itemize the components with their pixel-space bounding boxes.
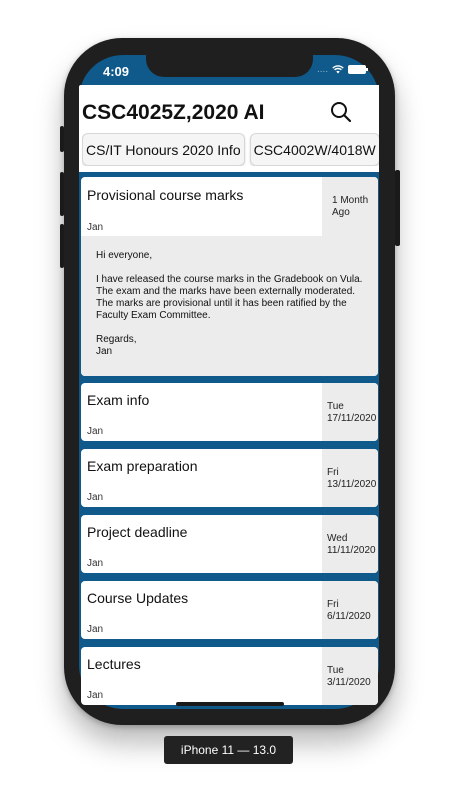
date-line-2: 17/11/2020 [327, 413, 377, 424]
date-line-2: 11/11/2020 [327, 545, 376, 556]
volume-down-button [60, 224, 64, 268]
search-icon [331, 102, 352, 123]
body-signature: Jan [96, 346, 113, 357]
app-header: CSC4025Z,2020 AI CS/IT Honours 2020 Info… [79, 85, 379, 172]
announcement-card-lectures[interactable]: Lectures Jan Tue 3/11/2020 [81, 647, 378, 705]
body-greeting: Hi everyone, [96, 250, 153, 261]
announcement-title: Course Updates [87, 590, 189, 606]
announcement-author: Jan [87, 558, 104, 569]
page-title: CSC4025Z,2020 AI [82, 101, 265, 124]
announcement-date: Tue 3/11/2020 [322, 647, 378, 705]
device-label: iPhone 11 — 13.0 [164, 736, 293, 764]
announcement-title: Provisional course marks [87, 187, 244, 203]
date-line-1: 1 Month [332, 195, 369, 206]
announcement-title: Project deadline [87, 524, 188, 540]
date-line-1: Fri [327, 599, 339, 610]
announcement-date: Fri 6/11/2020 [322, 581, 378, 639]
mute-switch [60, 126, 64, 152]
date-line-2: 6/11/2020 [327, 611, 371, 622]
status-time: 4:09 [103, 64, 130, 79]
announcement-date: Tue 17/11/2020 [322, 383, 378, 441]
announcement-author: Jan [87, 222, 104, 233]
announcement-card-course-updates[interactable]: Course Updates Jan Fri 6/11/2020 [81, 581, 378, 639]
announcement-author: Jan [87, 426, 104, 437]
course-tabs: CS/IT Honours 2020 Info CSC4002W/4018W [82, 133, 379, 166]
announcement-author: Jan [87, 624, 104, 635]
body-signoff: Regards, [96, 334, 137, 345]
announcement-card-project-deadline[interactable]: Project deadline Jan Wed 11/11/2020 [81, 515, 378, 573]
signal-icon: .... [317, 64, 329, 75]
date-line-1: Tue [327, 665, 344, 676]
battery-icon [348, 65, 369, 74]
announcement-card-exam-info[interactable]: Exam info Jan Tue 17/11/2020 [81, 383, 378, 441]
volume-up-button [60, 172, 64, 216]
tab-cs-it-honours[interactable]: CS/IT Honours 2020 Info [82, 133, 245, 166]
announcement-title: Exam preparation [87, 458, 198, 474]
announcement-date: 1 Month Ago [322, 177, 378, 236]
date-line-1: Tue [327, 401, 344, 412]
tab-csc4002w[interactable]: CSC4002W/4018W [249, 133, 379, 166]
body-text: I have released the course marks in the … [96, 274, 363, 321]
date-line-2: Ago [332, 207, 350, 218]
status-icons: .... [317, 64, 369, 75]
wifi-icon [332, 65, 344, 74]
search-button[interactable] [330, 101, 352, 123]
announcement-author: Jan [87, 492, 104, 503]
announcement-date: Fri 13/11/2020 [322, 449, 378, 507]
date-line-2: 3/11/2020 [327, 677, 371, 688]
date-line-1: Wed [327, 533, 348, 544]
announcement-author: Jan [87, 690, 104, 701]
announcement-title: Lectures [87, 656, 141, 672]
announcement-title: Exam info [87, 392, 150, 408]
announcement-body: Hi everyone, I have released the course … [81, 236, 378, 376]
home-indicator[interactable] [176, 702, 284, 706]
announcement-card-provisional-marks[interactable]: Provisional course marks Jan 1 Month Ago… [81, 177, 378, 376]
announcement-card-exam-preparation[interactable]: Exam preparation Jan Fri 13/11/2020 [81, 449, 378, 507]
notch [146, 52, 313, 77]
power-button [395, 170, 400, 246]
announcement-date: Wed 11/11/2020 [322, 515, 378, 573]
date-line-1: Fri [327, 467, 339, 478]
date-line-2: 13/11/2020 [327, 479, 377, 490]
